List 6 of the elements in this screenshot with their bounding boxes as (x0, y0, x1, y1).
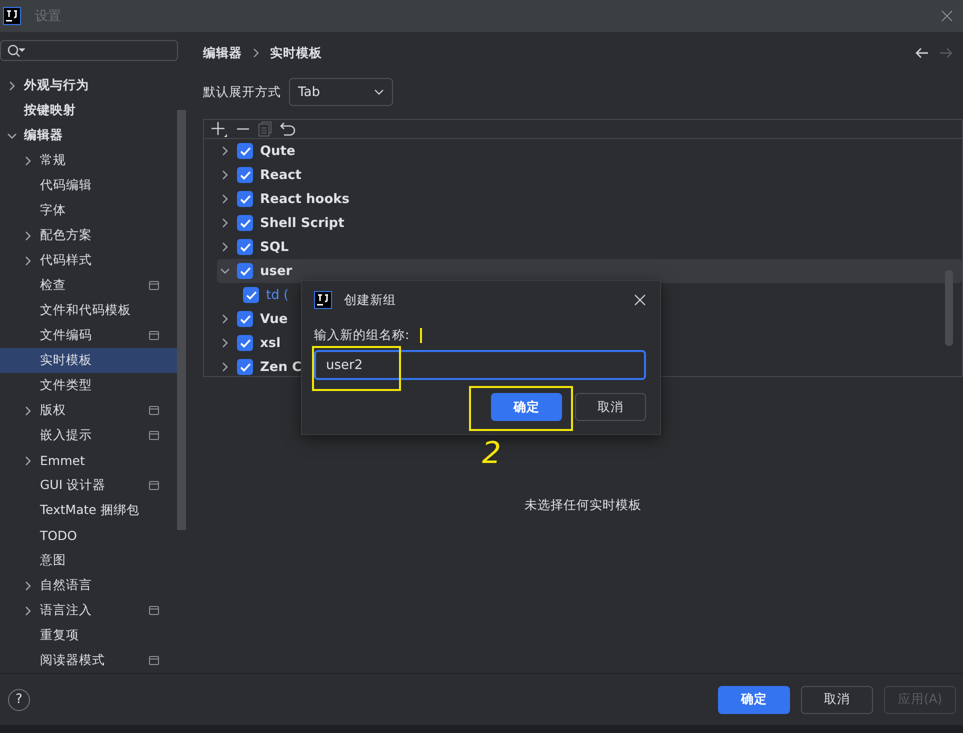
group-name-label: 输入新的组名称: (314, 327, 410, 344)
empty-message: 未选择任何实时模板 (524, 496, 642, 514)
expand-with-label: 默认展开方式 (203, 84, 281, 100)
dialog-title: 创建新组 (344, 292, 397, 308)
annotation-label: 2 (482, 436, 502, 471)
window-title: 设置 (35, 8, 62, 25)
